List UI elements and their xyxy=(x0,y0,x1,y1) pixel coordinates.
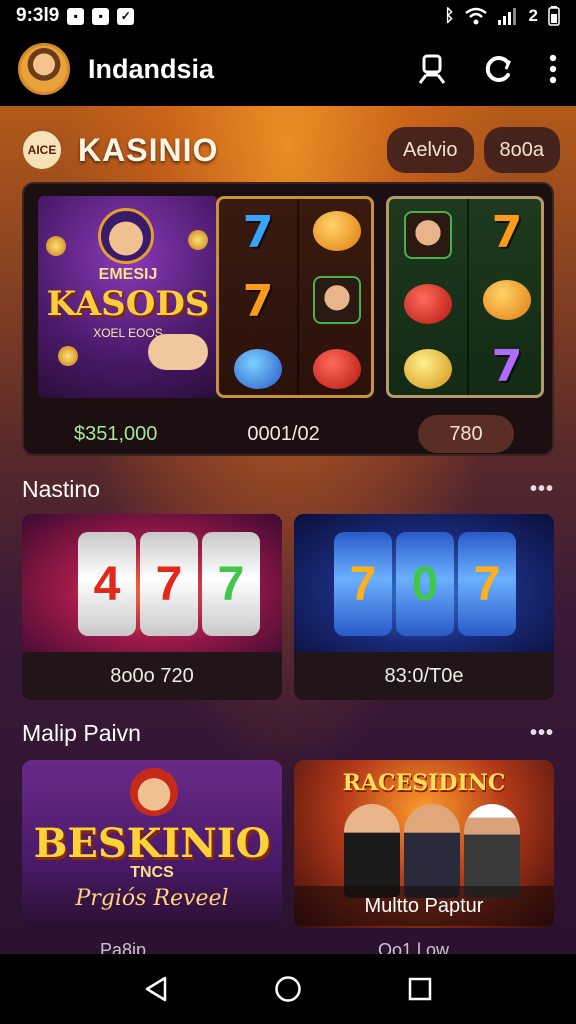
promo-title: KASODS xyxy=(46,284,210,324)
slot-machine-image: 4 7 7 xyxy=(22,514,282,652)
card-caption: Oo1.l.ow xyxy=(378,940,450,954)
reel-column xyxy=(297,199,371,395)
account-icon[interactable] xyxy=(416,53,448,85)
coin-icon xyxy=(46,236,66,256)
fruit-symbol-icon xyxy=(483,279,531,320)
person-image xyxy=(404,804,460,898)
fruit-symbol-icon xyxy=(234,348,282,389)
battery-icon xyxy=(548,6,560,26)
slot-machine-image: 7 0 7 xyxy=(294,514,554,652)
person-image xyxy=(464,804,520,898)
poster-image: RACESIDINC Multto Paptur xyxy=(294,760,554,928)
seven-symbol-icon: 7 xyxy=(242,275,274,327)
poster-title: RACESIDINC xyxy=(342,770,506,796)
featured-banner[interactable]: EMESIJ KASODS XOEL EOOS 7 7 7 7 $351,000… xyxy=(22,182,554,456)
seven-symbol-icon: 7 xyxy=(242,207,274,259)
system-nav-bar xyxy=(0,954,576,1024)
app-actions xyxy=(416,53,558,85)
slot-reels-right[interactable]: 7 7 xyxy=(386,196,544,398)
card-label: 83:0/T0e xyxy=(294,652,554,700)
person-image xyxy=(344,804,400,898)
section-header: Nastino ••• xyxy=(22,472,554,506)
reel-drum: 7 xyxy=(458,532,516,636)
game-card[interactable]: RACESIDINC Multto Paptur xyxy=(294,760,554,928)
jackpot-amount: $351,000 xyxy=(74,422,158,445)
card-caption: Pa8ip... xyxy=(100,940,162,954)
face-symbol-icon xyxy=(313,275,361,324)
fruit-symbol-icon xyxy=(313,211,361,252)
character-image xyxy=(130,768,178,816)
poster-image: BESKINIO TNCS Prgiós Reveel xyxy=(22,760,282,928)
home-icon xyxy=(275,976,301,1002)
recents-icon xyxy=(408,977,432,1001)
card-label: Multto Paptur xyxy=(294,886,554,926)
back-button[interactable] xyxy=(136,969,176,1009)
seven-symbol-icon: 7 xyxy=(491,207,523,259)
seven-symbol-icon: 7 xyxy=(491,340,523,392)
game-card[interactable]: 7 0 7 83:0/T0e xyxy=(294,514,554,700)
main-content[interactable]: AICE KASINIO Aelvio 8o0a EMESIJ KASODS X… xyxy=(0,106,576,954)
face-symbol-icon xyxy=(404,211,452,260)
featured-info-bar: $351,000 0001/02 780 xyxy=(24,410,552,454)
promo-character-image xyxy=(98,208,154,264)
status-right: ᛒ 2 xyxy=(444,6,560,26)
section-title: Nastino xyxy=(22,475,100,502)
bluetooth-icon: ᛒ xyxy=(444,6,455,25)
pill-button-primary[interactable]: Aelvio xyxy=(387,127,474,173)
poster-title: BESKINIO xyxy=(33,820,271,867)
reel-column xyxy=(389,199,467,395)
app-bar: Indandsia xyxy=(0,32,576,106)
carrier-text: 2 xyxy=(528,6,538,25)
reel-drum: 0 xyxy=(396,532,454,636)
avatar[interactable] xyxy=(18,43,70,95)
coin-icon xyxy=(188,230,208,250)
signal-icon xyxy=(497,8,516,25)
notification-icon: ▪ xyxy=(67,7,85,25)
wifi-icon xyxy=(464,7,487,25)
check-icon: ✓ xyxy=(117,7,135,25)
reel-drum: 7 xyxy=(202,532,260,636)
app-title: Indandsia xyxy=(88,53,215,84)
reel-drum: 7 xyxy=(140,532,198,636)
refresh-icon[interactable] xyxy=(482,53,514,85)
game-card[interactable]: BESKINIO TNCS Prgiós Reveel xyxy=(22,760,282,928)
notification-icon: ▪ xyxy=(92,7,110,25)
back-icon xyxy=(145,976,167,1002)
casino-logo: AICE xyxy=(20,128,64,172)
slot-reels-left[interactable]: 7 7 xyxy=(216,196,374,398)
more-horiz-icon[interactable]: ••• xyxy=(530,478,554,501)
fruit-symbol-icon xyxy=(313,348,361,389)
promo-card[interactable]: EMESIJ KASODS XOEL EOOS xyxy=(38,196,218,398)
status-bar: 9:3l9 ▪ ▪ ✓ ᛒ 2 xyxy=(0,0,576,32)
jackpot-ratio: 0001/02 xyxy=(247,422,320,445)
section-title: Malip Paivn xyxy=(22,719,141,746)
hand-image xyxy=(148,334,208,370)
reel-drum: 7 xyxy=(334,532,392,636)
pill-button-secondary[interactable]: 8o0a xyxy=(483,127,560,173)
status-left: 9:3l9 ▪ ▪ ✓ xyxy=(16,5,135,27)
status-time: 9:3l9 xyxy=(16,5,60,26)
fruit-symbol-icon xyxy=(404,283,452,324)
casino-title: KASINIO xyxy=(78,131,219,168)
reel-column: 7 7 xyxy=(219,199,297,395)
featured-play-button[interactable]: 780 xyxy=(418,415,514,453)
poster-subtitle: TNCS xyxy=(130,864,174,881)
casino-header: AICE KASINIO Aelvio 8o0a xyxy=(20,120,560,180)
card-label: 8o0o 720 xyxy=(22,652,282,700)
more-vert-icon[interactable] xyxy=(548,53,558,85)
section-header: Malip Paivn ••• xyxy=(22,716,554,750)
home-button[interactable] xyxy=(268,969,308,1009)
promo-overline: EMESIJ xyxy=(98,266,158,283)
recents-button[interactable] xyxy=(400,969,440,1009)
reel-column: 7 7 xyxy=(467,199,541,395)
more-horiz-icon[interactable]: ••• xyxy=(530,722,554,745)
game-card[interactable]: 4 7 7 8o0o 720 xyxy=(22,514,282,700)
poster-tagline: Prgiós Reveel xyxy=(75,886,229,911)
reel-drum: 4 xyxy=(78,532,136,636)
coin-icon xyxy=(58,346,78,366)
fruit-symbol-icon xyxy=(404,348,452,389)
